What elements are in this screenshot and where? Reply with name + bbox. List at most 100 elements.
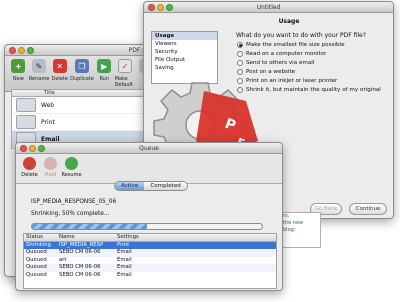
tab-completed[interactable]: Completed — [144, 182, 187, 190]
resume-icon — [65, 157, 78, 170]
delete-icon — [23, 157, 36, 170]
row-name: SEBO CM 06-06 — [59, 249, 101, 255]
usage-option[interactable]: Send to others via email — [237, 60, 314, 66]
hold-label: Hold — [44, 172, 57, 178]
column-settings[interactable]: Settings — [115, 234, 235, 241]
row-settings: Email — [117, 256, 132, 263]
row-status: Queued — [26, 264, 47, 270]
usage-option[interactable]: Make the smallest file size possible — [237, 42, 345, 48]
minimize-button[interactable] — [18, 47, 25, 54]
row-status: Queued — [26, 271, 47, 278]
progress-bar — [31, 223, 263, 230]
resume-button[interactable]: Resume — [61, 157, 82, 183]
make-default-label: Make Default — [114, 76, 133, 88]
background-link[interactable]: the new — [280, 220, 320, 227]
row-settings: Email — [117, 271, 132, 278]
title-bar: Queue — [16, 143, 282, 154]
title-bar: PDF Shri — [5, 45, 158, 56]
table-row[interactable]: Queued art Email — [24, 257, 276, 265]
radio-button[interactable] — [237, 51, 243, 57]
run-button[interactable]: ▶ Run — [94, 59, 115, 91]
window-controls — [9, 47, 36, 58]
row-status: Queued — [26, 249, 47, 255]
option-label: Read on a computer monitor — [246, 51, 327, 57]
row-status: Shrinking — [26, 241, 51, 248]
title-bar: Untitled — [144, 2, 393, 13]
row-name: SEBO CM 06-06 — [59, 271, 101, 278]
table-row[interactable]: Shrinking ISP_MEDIA_RESP Print — [24, 241, 276, 249]
printer-icon — [16, 115, 36, 129]
delete-label: Delete — [21, 172, 38, 178]
sidebar-item-viewers[interactable]: Viewers — [152, 40, 217, 48]
radio-button[interactable] — [237, 42, 243, 48]
queue-table[interactable]: Status Name Settings Shrinking ISP_MEDIA… — [23, 233, 277, 289]
background-link[interactable]: blog: — [280, 227, 320, 234]
presets-list[interactable]: Title Web Print Email — [11, 89, 157, 149]
current-file-name: ISP_MEDIA_RESPONSE_05_06 — [31, 199, 117, 205]
background-window: rs. the new blog: — [279, 212, 321, 248]
usage-question: What do you want to do with your PDF fil… — [236, 32, 366, 39]
delete-icon: ✕ — [52, 59, 67, 73]
close-button[interactable] — [9, 47, 16, 54]
window-title: Untitled — [256, 4, 281, 11]
sidebar-item-saving[interactable]: Saving — [152, 64, 217, 72]
list-item[interactable]: Web — [12, 97, 156, 114]
table-header: Status Name Settings — [24, 234, 276, 242]
table-row[interactable]: Queued SEBO CM 06-06 Email — [24, 272, 276, 280]
rename-button[interactable]: ✎ Rename — [29, 59, 50, 91]
usage-option[interactable]: Read on a computer monitor — [237, 51, 326, 57]
zoom-button[interactable] — [27, 47, 34, 54]
close-button[interactable] — [20, 145, 27, 152]
toolbar: + New ✎ Rename ✕ Delete ❐ Duplicate ▶ Run ✓ Ma… — [5, 56, 158, 92]
option-label: Make the smallest file size possible — [246, 42, 345, 48]
run-icon: ▶ — [97, 59, 112, 73]
row-name: SEBO CM 06-06 — [59, 264, 101, 270]
minimize-button[interactable] — [157, 4, 164, 11]
queue-tabs: Active Completed — [114, 181, 188, 191]
queue-window: Queue Delete Hold Resume Active Complete… — [15, 142, 283, 291]
tab-active[interactable]: Active — [115, 182, 145, 190]
make-default-button[interactable]: ✓ Make Default — [115, 59, 136, 91]
minimize-button[interactable] — [29, 145, 36, 152]
duplicate-button[interactable]: ❐ Duplicate — [70, 59, 94, 91]
row-settings: Email — [117, 249, 132, 255]
list-item[interactable]: Print — [12, 114, 156, 131]
table-row[interactable]: Queued SEBO CM 06-06 Email — [24, 249, 276, 257]
option-label: Send to others via email — [246, 60, 315, 66]
background-text: rs. — [283, 213, 290, 219]
progress-fill — [32, 224, 147, 229]
zoom-button[interactable] — [166, 4, 173, 11]
delete-button[interactable]: ✕ Delete — [49, 59, 70, 91]
rename-icon: ✎ — [32, 59, 47, 73]
table-row[interactable]: Queued SEBO CM 06-06 Email — [24, 264, 276, 272]
list-item-label: Print — [41, 118, 55, 126]
hold-icon — [44, 157, 57, 170]
list-item-label: Web — [41, 101, 55, 109]
delete-label: Delete — [51, 76, 68, 82]
sidebar-item-security[interactable]: Security — [152, 48, 217, 56]
sidebar-item-file-output[interactable]: File Output — [152, 56, 217, 64]
queue-toolbar: Delete Hold Resume — [16, 154, 282, 184]
window-controls — [20, 145, 47, 156]
close-button[interactable] — [148, 4, 155, 11]
new-label: New — [12, 76, 24, 82]
zoom-button[interactable] — [38, 145, 45, 152]
new-button[interactable]: + New — [8, 59, 29, 91]
radio-button[interactable] — [237, 60, 243, 66]
row-settings: Email — [117, 264, 132, 270]
delete-button[interactable]: Delete — [19, 157, 40, 183]
column-status[interactable]: Status — [24, 234, 57, 241]
row-name: ISP_MEDIA_RESP — [59, 241, 104, 248]
progress-status: Shrinking, 50% complete... — [31, 211, 110, 217]
section-title: Usage — [278, 18, 300, 25]
sidebar-item-usage[interactable]: Usage — [152, 32, 217, 40]
resume-label: Resume — [61, 172, 82, 178]
column-name[interactable]: Name — [57, 234, 115, 241]
continue-button[interactable]: Continue — [349, 203, 387, 215]
run-label: Run — [99, 76, 110, 82]
window-controls — [148, 4, 175, 15]
hold-button[interactable]: Hold — [40, 157, 61, 183]
list-header: Title — [12, 90, 156, 97]
row-name: art — [59, 256, 67, 263]
row-settings: Print — [117, 241, 130, 248]
